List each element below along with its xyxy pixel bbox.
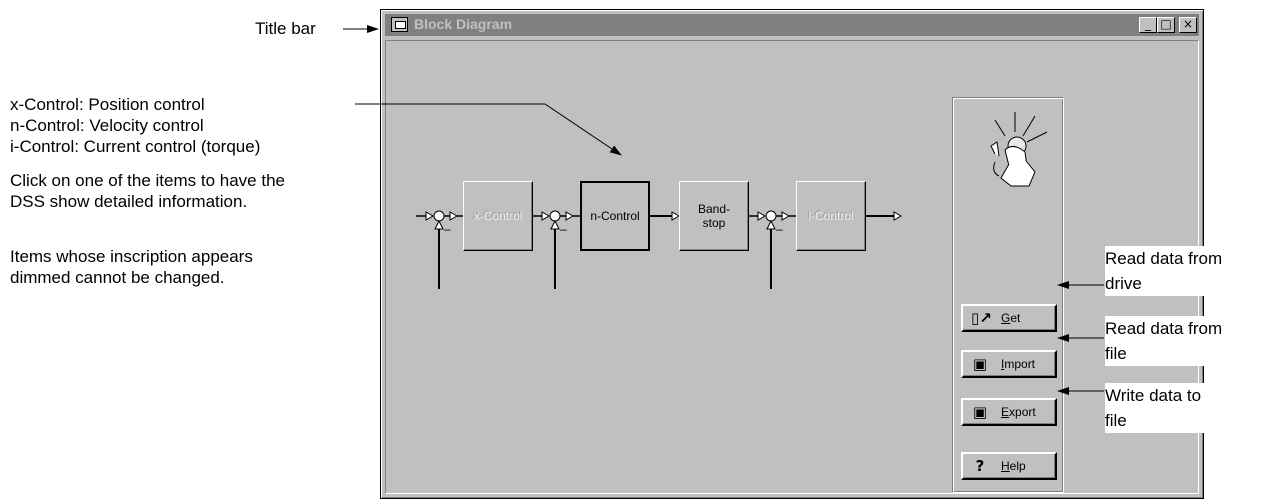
signal-flow-lines xyxy=(416,210,903,289)
summing-minus-2: – xyxy=(560,222,567,236)
control-description-i: i-Control: Current control (torque) xyxy=(10,137,261,156)
export-button-label: Export xyxy=(1001,405,1036,419)
wizard-mascot-icon: 00 xyxy=(990,112,1048,187)
floppy-disk-save-icon: ▣ xyxy=(972,403,988,421)
summing-minus-3: – xyxy=(776,222,783,236)
title-bar[interactable]: Block Diagram _ □ × xyxy=(385,14,1199,36)
x-control-label: x-Control xyxy=(473,209,523,223)
close-button[interactable]: × xyxy=(1179,17,1197,33)
bandstop-label: Band-stop xyxy=(697,202,731,230)
summing-minus-1: – xyxy=(444,222,451,236)
dimmed-hint-line1: Items whose inscription appears xyxy=(10,247,253,266)
i-control-label: i-Control xyxy=(808,209,854,223)
minimize-button[interactable]: _ xyxy=(1139,17,1157,33)
floppy-disk-icon: ▣ xyxy=(972,355,988,373)
click-hint-line1: Click on one of the items to have the xyxy=(10,171,285,190)
dimmed-hint-line2: dimmed cannot be changed. xyxy=(10,268,225,287)
help-button[interactable]: ? Help xyxy=(961,452,1057,480)
click-hint-line2: DSS show detailed information. xyxy=(10,192,248,211)
window-title: Block Diagram xyxy=(414,16,513,32)
help-button-label: Help xyxy=(1001,459,1026,473)
get-callout: Read data from drive xyxy=(1105,246,1277,296)
question-mark-icon: ? xyxy=(975,457,985,475)
import-button[interactable]: ▣ Import xyxy=(961,350,1057,378)
title-bar-annotation: Title bar xyxy=(255,19,316,38)
i-control-block[interactable]: i-Control xyxy=(796,181,866,251)
action-panel: 00 ▯↗ Get ▣ Import ▣ Export ? Help xyxy=(952,97,1064,493)
n-control-label: n-Control xyxy=(590,209,640,223)
control-description-n: n-Control: Velocity control xyxy=(10,116,204,135)
export-callout: Write data to file xyxy=(1105,383,1277,433)
maximize-button[interactable]: □ xyxy=(1157,17,1175,33)
drive-read-icon: ▯↗ xyxy=(971,309,992,327)
get-button-label: Get xyxy=(1001,311,1021,325)
x-control-block[interactable]: x-Control xyxy=(463,181,533,251)
import-button-label: Import xyxy=(1001,357,1036,371)
export-button[interactable]: ▣ Export xyxy=(961,398,1057,426)
import-callout: Read data from file xyxy=(1105,316,1277,366)
block-diagram-window: Block Diagram _ □ × – – – x-Control n-Co… xyxy=(380,9,1204,499)
n-control-block[interactable]: n-Control xyxy=(580,181,650,251)
window-icon[interactable] xyxy=(391,17,408,32)
diagram-area: – – – x-Control n-Control Band-stop i-Co… xyxy=(385,40,1199,494)
bandstop-block[interactable]: Band-stop xyxy=(679,181,749,251)
get-button[interactable]: ▯↗ Get xyxy=(961,304,1057,332)
control-description-x: x-Control: Position control xyxy=(10,95,205,114)
